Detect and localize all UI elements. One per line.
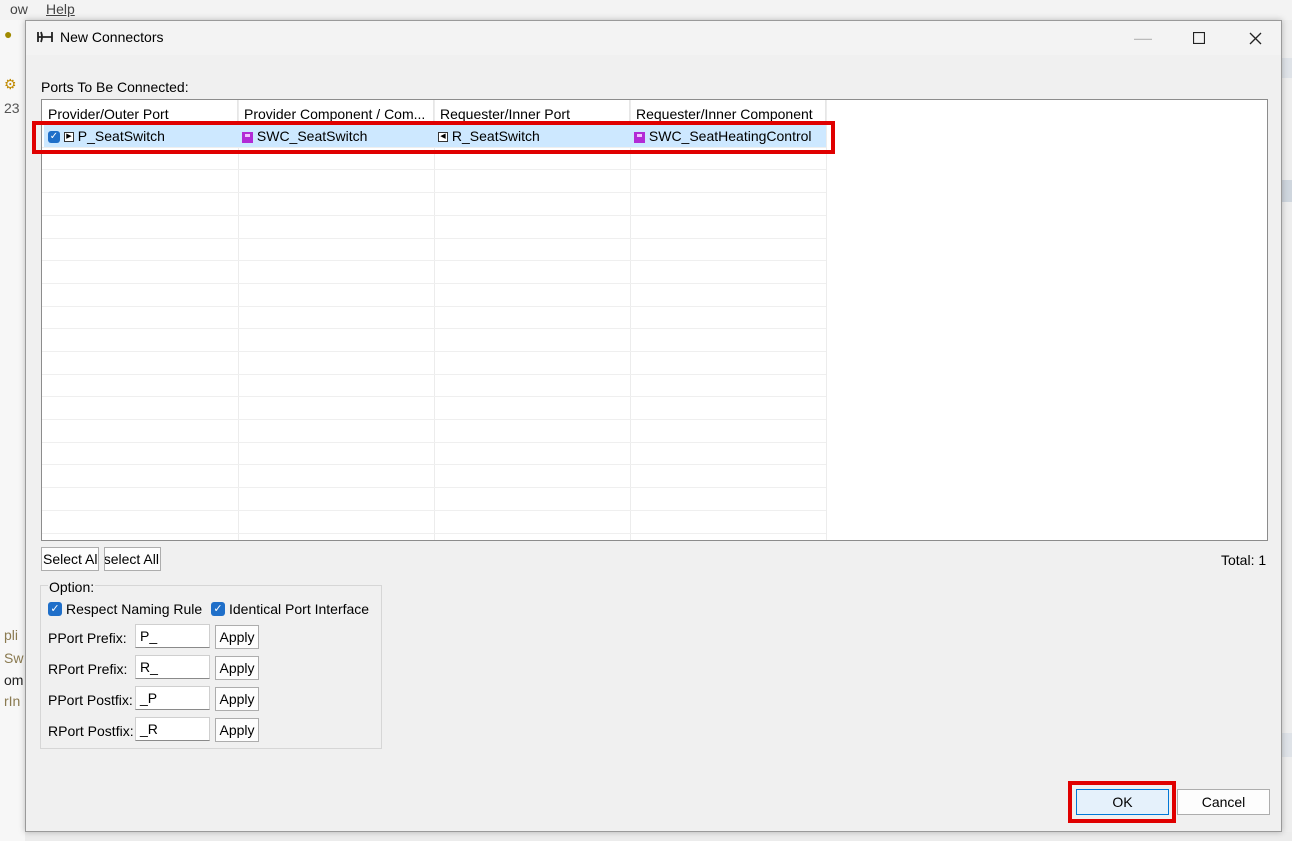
select-all-button[interactable]: Select All — [41, 547, 99, 571]
grid-line — [42, 260, 826, 261]
left-fragment: rIn — [4, 693, 21, 709]
grid-line — [42, 169, 826, 170]
ports-label: Ports To Be Connected: — [41, 79, 189, 95]
cancel-button[interactable]: Cancel — [1177, 789, 1270, 815]
identical-port-interface-checkbox[interactable]: ✓ Identical Port Interface — [211, 601, 369, 617]
grid-line — [42, 351, 826, 352]
grid-line — [42, 442, 826, 443]
grid-line — [42, 396, 826, 397]
rport-prefix-apply-button[interactable]: Apply — [215, 656, 259, 680]
respect-naming-rule-label: Respect Naming Rule — [66, 601, 203, 617]
check-icon: ✓ — [211, 602, 225, 617]
maximize-icon[interactable] — [1172, 21, 1226, 55]
left-fragment: Sw — [4, 650, 24, 666]
background-menubar: ow Help — [0, 0, 1292, 20]
dialog-titlebar: New Connectors — — [26, 21, 1281, 55]
run-icon: ● — [4, 26, 13, 42]
background-left-panel: ● ⚙ 23 pli Sw om rIn — [0, 20, 25, 841]
new-connectors-dialog: New Connectors — Ports To Be Connected: … — [25, 20, 1282, 832]
pport-postfix-label: PPort Postfix: — [48, 692, 133, 708]
rport-prefix-input[interactable]: R_ — [135, 655, 210, 679]
menu-help[interactable]: Help — [46, 1, 75, 17]
connector-icon — [37, 31, 53, 43]
background-right-strip — [1282, 20, 1292, 841]
pport-prefix-label: PPort Prefix: — [48, 630, 127, 646]
grid-line — [42, 374, 826, 375]
left-fragment: pli — [4, 627, 19, 643]
grid-line — [42, 283, 826, 284]
rport-postfix-apply-button[interactable]: Apply — [215, 718, 259, 742]
menu-window-fragment[interactable]: ow — [10, 1, 28, 17]
ok-highlight-box — [1068, 781, 1176, 823]
pport-postfix-input[interactable]: _P — [135, 686, 210, 710]
grid-line — [42, 533, 826, 534]
grid-line — [42, 238, 826, 239]
total-count: Total: 1 — [1221, 552, 1267, 568]
rport-postfix-label: RPort Postfix: — [48, 723, 134, 739]
grid-line — [42, 487, 826, 488]
grid-line — [42, 192, 826, 193]
grid-line — [42, 328, 826, 329]
respect-naming-rule-checkbox[interactable]: ✓ Respect Naming Rule — [48, 601, 202, 617]
dialog-title: New Connectors — [60, 29, 164, 45]
minimize-icon[interactable]: — — [1116, 21, 1170, 55]
grid-line — [42, 510, 826, 511]
row-highlight-box — [32, 121, 835, 154]
deselect-all-button[interactable]: Deselect All — [104, 547, 161, 571]
grid-line — [42, 419, 826, 420]
background-status-area — [25, 832, 1292, 841]
check-icon: ✓ — [48, 602, 62, 617]
left-fragment: om — [4, 672, 24, 688]
pport-prefix-input[interactable]: P_ — [135, 624, 210, 648]
identical-port-interface-label: Identical Port Interface — [229, 601, 370, 617]
grid-line — [42, 215, 826, 216]
grid-line — [42, 464, 826, 465]
left-fragment: 23 — [4, 100, 20, 116]
pport-postfix-apply-button[interactable]: Apply — [215, 687, 259, 711]
rport-postfix-input[interactable]: _R — [135, 717, 210, 741]
grid-line — [42, 306, 826, 307]
tree-icon: ⚙ — [4, 76, 17, 92]
close-icon[interactable] — [1228, 21, 1282, 55]
pport-prefix-apply-button[interactable]: Apply — [215, 625, 259, 649]
rport-prefix-label: RPort Prefix: — [48, 661, 128, 677]
option-label: Option: — [48, 579, 96, 595]
ports-table[interactable]: Provider/Outer Port Provider Component /… — [41, 99, 1268, 541]
